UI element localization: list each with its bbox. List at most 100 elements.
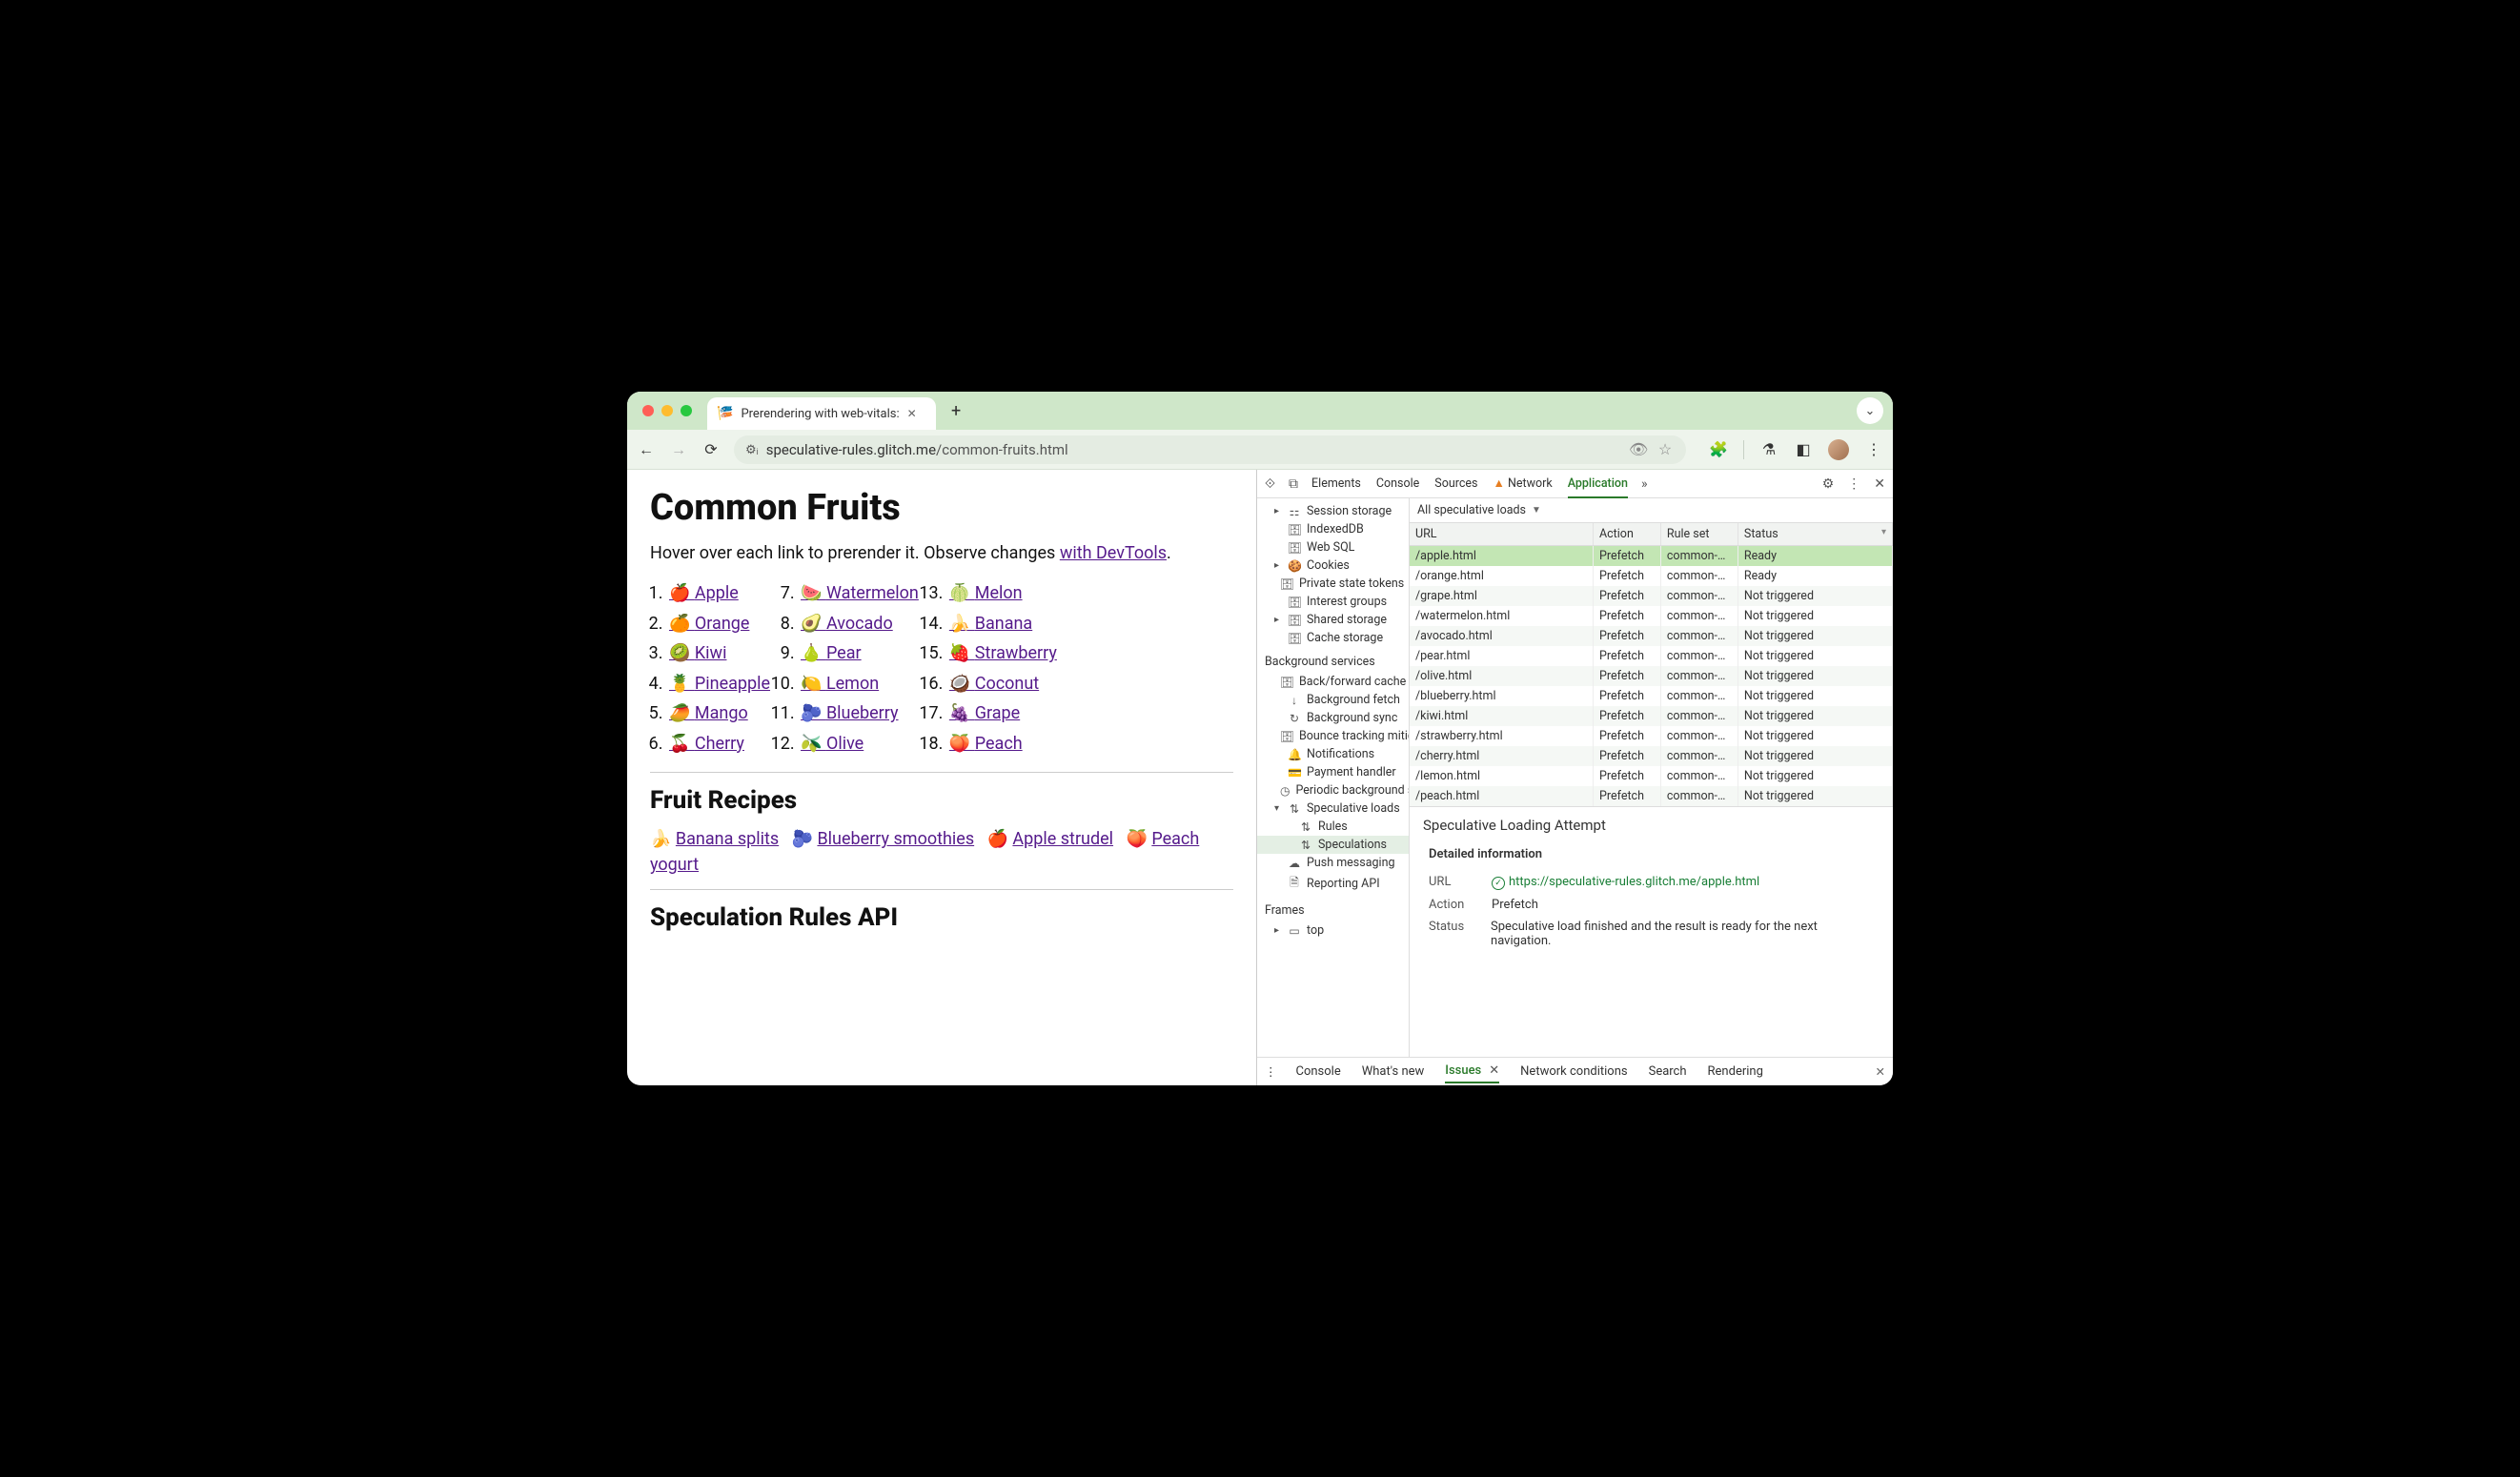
bookmark-star-icon[interactable]: ☆ <box>1656 440 1675 458</box>
sidebar-item[interactable]: 🗄Private state tokens <box>1257 575 1409 593</box>
fruit-link[interactable]: 🍑 Peach <box>949 734 1023 754</box>
sidebar-item[interactable]: ⇅Speculations <box>1257 836 1409 854</box>
sidebar-item[interactable]: ☁Push messaging <box>1257 854 1409 872</box>
fruit-link[interactable]: 🫐 Blueberry <box>801 703 898 723</box>
devtools-settings-icon[interactable]: ⚙ <box>1822 476 1835 492</box>
sidebar-item[interactable]: 🗄Cache storage <box>1257 629 1409 647</box>
sidebar-item[interactable]: 🗄IndexedDB <box>1257 520 1409 538</box>
drawer-tab-console[interactable]: Console <box>1296 1060 1341 1083</box>
table-row[interactable]: /peach.htmlPrefetchcommon-…Not triggered <box>1410 786 1893 806</box>
fruit-link[interactable]: 🍐 Pear <box>801 643 862 663</box>
sidebar-item[interactable]: 🗄Interest groups <box>1257 593 1409 611</box>
table-row[interactable]: /grape.htmlPrefetchcommon-…Not triggered <box>1410 586 1893 606</box>
drawer-tab-issues[interactable]: Issues ✕ <box>1445 1060 1499 1083</box>
devtools-panel-application[interactable]: Application <box>1568 476 1628 498</box>
sidebar-item[interactable]: ▸🗄Shared storage <box>1257 611 1409 629</box>
sidebar-item[interactable]: 💳Payment handler <box>1257 763 1409 781</box>
eye-off-icon[interactable]: 👁 <box>1629 440 1648 458</box>
sidebar-item[interactable]: 🗎Reporting API <box>1257 872 1409 896</box>
table-row[interactable]: /strawberry.htmlPrefetchcommon-…Not trig… <box>1410 726 1893 746</box>
fruit-link[interactable]: 🥝 Kiwi <box>669 643 726 663</box>
sidebar-item[interactable]: ⇅Rules <box>1257 818 1409 836</box>
sidebar-item[interactable]: 🗄Web SQL <box>1257 538 1409 556</box>
sidebar-item[interactable]: 🗄Bounce tracking mitigations <box>1257 727 1409 745</box>
drawer-menu-icon[interactable]: ⋮ <box>1265 1064 1277 1080</box>
fruit-link[interactable]: 🫒 Olive <box>801 734 864 754</box>
extensions-icon[interactable]: 🧩 <box>1709 440 1728 458</box>
table-row[interactable]: /apple.htmlPrefetchcommon-…Ready <box>1410 546 1893 567</box>
fruit-link[interactable]: 🥥 Coconut <box>949 674 1039 694</box>
sidebar-item[interactable]: ↓Background fetch <box>1257 691 1409 709</box>
fruit-link[interactable]: 🍉 Watermelon <box>801 583 919 603</box>
table-row[interactable]: /lemon.htmlPrefetchcommon-…Not triggered <box>1410 766 1893 786</box>
window-minimize-button[interactable] <box>661 405 673 416</box>
window-zoom-button[interactable] <box>681 405 692 416</box>
drawer-tab-search[interactable]: Search <box>1649 1060 1687 1083</box>
device-toolbar-icon[interactable]: ⧉ <box>1289 476 1298 492</box>
sidebar-item[interactable]: ▸🍪Cookies <box>1257 556 1409 575</box>
recipe-link[interactable]: Blueberry smoothies <box>817 829 974 849</box>
more-panels-icon[interactable]: » <box>1641 476 1648 492</box>
fruit-link[interactable]: 🥭 Mango <box>669 703 748 723</box>
recipe-link[interactable]: Apple strudel <box>1012 829 1113 849</box>
table-row[interactable]: /avocado.htmlPrefetchcommon-…Not trigger… <box>1410 626 1893 646</box>
devtools-menu-icon[interactable]: ⋮ <box>1847 476 1860 492</box>
drawer-tab-what-s-new[interactable]: What's new <box>1362 1060 1425 1083</box>
recipe-link[interactable]: Banana splits <box>676 829 779 849</box>
browser-tab[interactable]: 🎏 Prerendering with web-vitals: ✕ <box>707 397 936 430</box>
side-panel-icon[interactable]: ◧ <box>1794 440 1813 458</box>
drawer-close-icon[interactable]: ✕ <box>1876 1064 1885 1080</box>
devtools-panel-elements[interactable]: Elements <box>1311 476 1361 492</box>
sidebar-item[interactable]: ▸▭top <box>1257 921 1409 940</box>
devtools-link[interactable]: with DevTools <box>1060 543 1167 563</box>
table-header[interactable]: Action <box>1593 523 1660 546</box>
table-header[interactable]: URL <box>1410 523 1593 546</box>
fruit-link[interactable]: 🍈 Melon <box>949 583 1023 603</box>
fruit-link[interactable]: 🍇 Grape <box>949 703 1020 723</box>
tab-close-icon[interactable]: ✕ <box>907 407 917 420</box>
table-row[interactable]: /watermelon.htmlPrefetchcommon-…Not trig… <box>1410 606 1893 626</box>
fruit-link[interactable]: 🍒 Cherry <box>669 734 744 754</box>
sidebar-item[interactable]: 🔔Notifications <box>1257 745 1409 763</box>
profile-avatar[interactable] <box>1828 439 1849 460</box>
table-row[interactable]: /orange.htmlPrefetchcommon-…Ready <box>1410 566 1893 586</box>
site-settings-icon[interactable]: ⚙ᵢ <box>745 442 759 457</box>
close-icon[interactable]: ✕ <box>1489 1063 1499 1078</box>
fruit-link[interactable]: 🍋 Lemon <box>801 674 879 694</box>
fruit-link[interactable]: 🍌 Banana <box>949 614 1032 634</box>
fruit-link[interactable]: 🍊 Orange <box>669 614 749 634</box>
devtools-close-icon[interactable]: ✕ <box>1874 476 1885 492</box>
address-bar[interactable]: ⚙ᵢ speculative-rules.glitch.me/common-fr… <box>734 435 1686 464</box>
detail-url-value[interactable]: ✓https://speculative-rules.glitch.me/app… <box>1492 875 1759 890</box>
inspect-element-icon[interactable]: ⟐ <box>1265 476 1275 492</box>
table-row[interactable]: /pear.htmlPrefetchcommon-…Not triggered <box>1410 646 1893 666</box>
devtools-panel-console[interactable]: Console <box>1376 476 1419 492</box>
sidebar-item[interactable]: ▸⚏Session storage <box>1257 502 1409 520</box>
fruit-link[interactable]: 🥑 Avocado <box>801 614 893 634</box>
table-header[interactable]: Status▾ <box>1738 523 1892 546</box>
sidebar-item[interactable]: ▾⇅Speculative loads <box>1257 799 1409 818</box>
speculative-loads-filter[interactable]: All speculative loads ▼ <box>1410 498 1893 523</box>
back-button[interactable]: ← <box>637 440 656 459</box>
fruit-link[interactable]: 🍎 Apple <box>669 583 739 603</box>
sidebar-item[interactable]: ↻Background sync <box>1257 709 1409 727</box>
sidebar-item[interactable]: ◷Periodic background sync <box>1257 781 1409 799</box>
sidebar-item[interactable]: 🗄Back/forward cache <box>1257 673 1409 691</box>
table-row[interactable]: /cherry.htmlPrefetchcommon-…Not triggere… <box>1410 746 1893 766</box>
labs-flask-icon[interactable]: ⚗ <box>1759 440 1778 458</box>
drawer-tab-rendering[interactable]: Rendering <box>1708 1060 1763 1083</box>
reload-button[interactable]: ⟳ <box>701 440 721 458</box>
new-tab-button[interactable]: + <box>945 401 966 421</box>
fruit-link[interactable]: 🍓 Strawberry <box>949 643 1057 663</box>
table-header[interactable]: Rule set <box>1660 523 1738 546</box>
table-row[interactable]: /kiwi.htmlPrefetchcommon-…Not triggered <box>1410 706 1893 726</box>
fruit-link[interactable]: 🍍 Pineapple <box>669 674 770 694</box>
devtools-panel-network[interactable]: ▲ Network <box>1493 476 1552 492</box>
browser-menu-icon[interactable]: ⋮ <box>1864 440 1883 458</box>
window-close-button[interactable] <box>642 405 654 416</box>
tab-search-button[interactable]: ⌄ <box>1857 397 1883 424</box>
devtools-panel-sources[interactable]: Sources <box>1434 476 1477 492</box>
table-row[interactable]: /olive.htmlPrefetchcommon-…Not triggered <box>1410 666 1893 686</box>
table-row[interactable]: /blueberry.htmlPrefetchcommon-…Not trigg… <box>1410 686 1893 706</box>
drawer-tab-network-conditions[interactable]: Network conditions <box>1520 1060 1627 1083</box>
